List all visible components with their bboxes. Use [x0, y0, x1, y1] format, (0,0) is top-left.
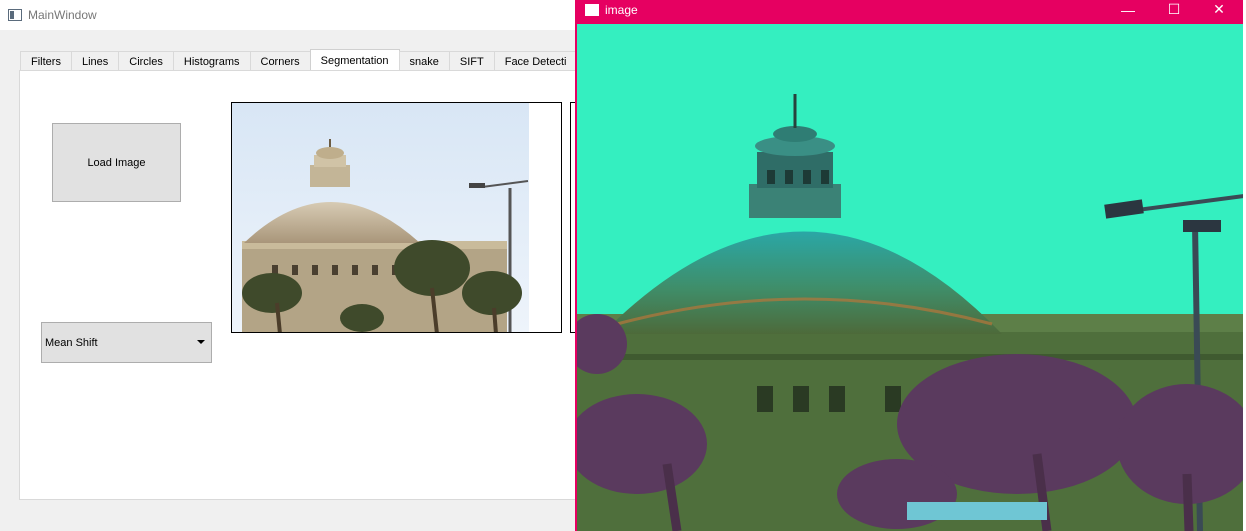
tab-sift[interactable]: SIFT [448, 51, 495, 71]
minimize-icon[interactable]: — [1105, 0, 1151, 19]
tab-segmentation[interactable]: Segmentation [309, 49, 400, 71]
tab-circles[interactable]: Circles [118, 51, 174, 71]
tab-histograms[interactable]: Histograms [172, 51, 251, 71]
segmentation-method-value: Mean Shift [45, 336, 98, 349]
tab-filters[interactable]: Filters [20, 51, 72, 71]
segmented-image-canvas [577, 24, 1244, 531]
load-image-button[interactable]: Load Image [52, 123, 181, 202]
image-window-titlebar[interactable]: image — ☐ ✕ [575, 0, 1246, 19]
tab-face-detection[interactable]: Face Detecti [493, 51, 578, 71]
input-image-view [231, 102, 562, 333]
tab-bar: Filters Lines Circles Histograms Corners… [20, 49, 578, 71]
window-icon [8, 9, 22, 21]
image-window-title: image [605, 2, 638, 17]
segmentation-method-select[interactable]: Mean Shift [41, 322, 212, 363]
main-titlebar[interactable]: MainWindow [0, 0, 580, 30]
main-window-title: MainWindow [28, 8, 97, 22]
maximize-icon[interactable]: ☐ [1151, 0, 1197, 19]
tab-corners[interactable]: Corners [249, 51, 311, 71]
image-window: image — ☐ ✕ [575, 0, 1246, 531]
tab-lines[interactable]: Lines [70, 51, 120, 71]
window-icon [585, 3, 599, 16]
chevron-down-icon [197, 340, 205, 344]
close-icon[interactable]: ✕ [1196, 0, 1242, 19]
tab-snake[interactable]: snake [398, 51, 450, 71]
segmented-image [577, 24, 1244, 531]
input-image [232, 103, 561, 332]
